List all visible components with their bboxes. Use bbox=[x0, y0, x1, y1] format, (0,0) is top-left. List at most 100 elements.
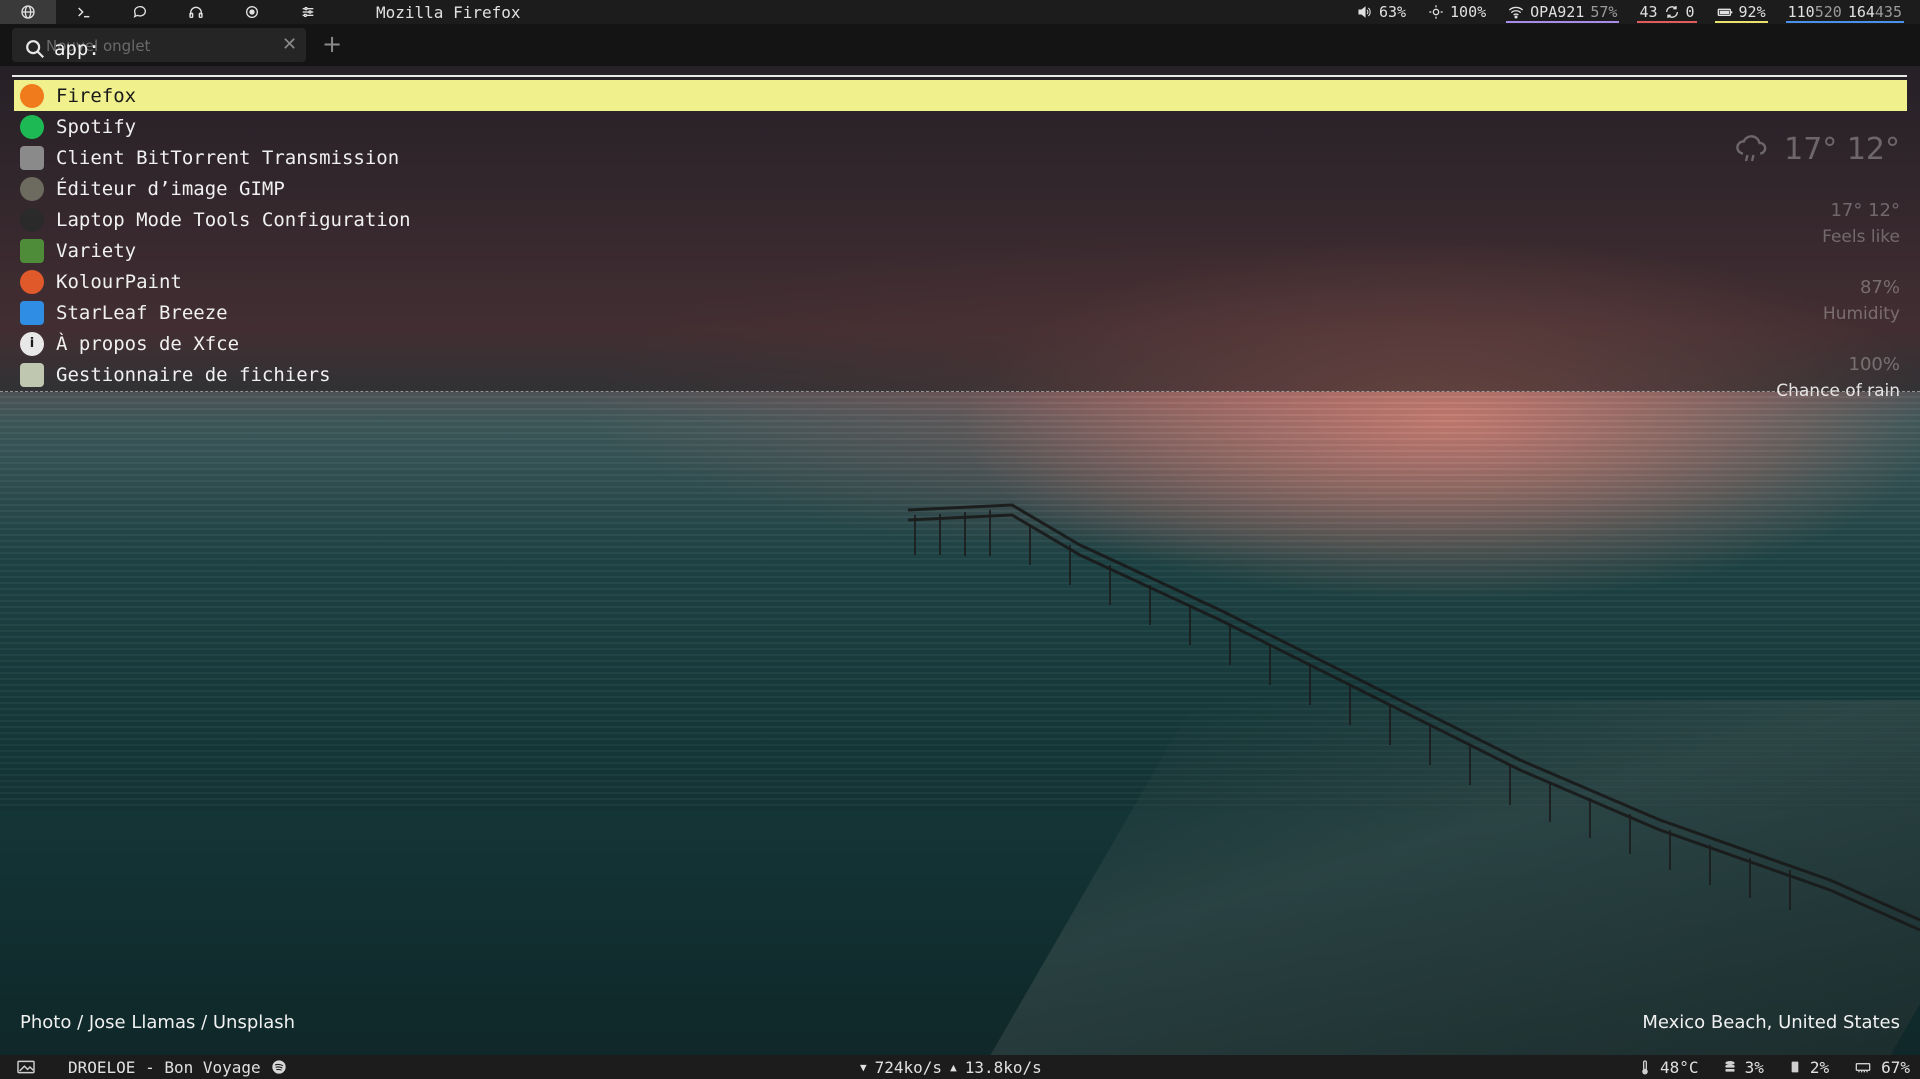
updates-underline bbox=[1637, 21, 1697, 23]
battery-value: 92% bbox=[1738, 3, 1766, 21]
rain-cloud-icon bbox=[1736, 135, 1767, 162]
bottom-panel: DROELOE - Bon Voyage ▼ 724ko/s ▲ 13.8ko/… bbox=[0, 1055, 1920, 1079]
launcher-item-label: Gestionnaire de fichiers bbox=[56, 363, 331, 386]
wifi-icon bbox=[1509, 6, 1524, 19]
search-icon bbox=[26, 40, 45, 59]
image-icon[interactable] bbox=[16, 1059, 36, 1075]
launcher-results-list: Firefox Spotify Client BitTorrent Transm… bbox=[14, 80, 1907, 390]
wifi-indicator[interactable]: OPA921 57% bbox=[1506, 0, 1620, 24]
workspace-settings[interactable] bbox=[280, 0, 336, 24]
traffic-a: 110520 bbox=[1788, 3, 1842, 21]
workspace-music[interactable] bbox=[168, 0, 224, 24]
launcher-item-label: Éditeur d’image GIMP bbox=[56, 177, 285, 200]
terminal-icon bbox=[78, 7, 90, 18]
memory-value: 67% bbox=[1881, 1057, 1910, 1077]
launcher-item-firefox[interactable]: Firefox bbox=[14, 80, 1907, 111]
feels-like-value: 17° 12° bbox=[1830, 200, 1900, 221]
rain-chance-value: 100% bbox=[1848, 354, 1900, 375]
top-panel: Mozilla Firefox 63% 100% OPA921 57% 43 0… bbox=[0, 0, 1920, 24]
launcher-search bbox=[24, 36, 354, 62]
workspace-terminal[interactable] bbox=[56, 0, 112, 24]
download-arrow-icon: ▼ bbox=[860, 1060, 867, 1074]
globe-icon bbox=[21, 5, 35, 19]
database-icon bbox=[1724, 1061, 1735, 1072]
wifi-underline bbox=[1506, 21, 1620, 23]
now-playing-title: DROELOE - Bon Voyage bbox=[68, 1057, 261, 1077]
info-icon: i bbox=[20, 331, 44, 356]
launcher-item-label: Spotify bbox=[56, 115, 137, 138]
traffic-a-dim: 520 bbox=[1814, 3, 1842, 21]
kolourpaint-icon bbox=[20, 269, 44, 294]
launcher-item-starleaf[interactable]: StarLeaf Breeze bbox=[14, 297, 1907, 328]
humidity-value: 87% bbox=[1859, 277, 1900, 298]
launcher-item-spotify[interactable]: Spotify bbox=[14, 111, 1907, 142]
traffic-b-main: 164 bbox=[1847, 3, 1875, 21]
spotify-icon bbox=[271, 1060, 286, 1074]
battery-icon bbox=[1717, 8, 1732, 16]
launcher-item-label: À propos de Xfce bbox=[56, 332, 240, 355]
traffic-b-dim: 435 bbox=[1874, 3, 1902, 21]
wifi-signal: 57% bbox=[1590, 3, 1618, 21]
humidity-label: Humidity bbox=[1822, 304, 1900, 324]
cpu-value: 2% bbox=[1809, 1057, 1830, 1077]
disk-value: 3% bbox=[1744, 1057, 1764, 1077]
disk-indicator[interactable]: 3% bbox=[1723, 1058, 1764, 1077]
launcher-bottom-border bbox=[0, 391, 1920, 392]
launcher-item-label: Firefox bbox=[56, 84, 137, 107]
weather-widget: 17° 12° 17° 12° Feels like 87% Humidity … bbox=[1734, 128, 1900, 401]
launcher-item-label: Variety bbox=[56, 239, 137, 262]
launcher-item-variety[interactable]: Variety bbox=[14, 235, 1907, 266]
starleaf-icon bbox=[20, 300, 44, 325]
launcher-item-file-manager[interactable]: Gestionnaire de fichiers bbox=[14, 359, 1907, 390]
sliders-icon bbox=[302, 6, 314, 18]
chat-icon bbox=[133, 6, 146, 18]
target-icon bbox=[246, 6, 258, 18]
battery-underline bbox=[1714, 21, 1768, 23]
upload-arrow-icon: ▲ bbox=[950, 1060, 957, 1074]
now-playing[interactable]: DROELOE - Bon Voyage bbox=[68, 1058, 287, 1077]
battery-indicator[interactable]: 92% bbox=[1714, 0, 1768, 24]
sync-count: 0 bbox=[1685, 3, 1695, 21]
launcher-item-about-xfce[interactable]: i À propos de Xfce bbox=[14, 328, 1907, 359]
wifi-ssid: OPA921 bbox=[1530, 3, 1585, 21]
workspace-web[interactable] bbox=[0, 0, 56, 24]
memory-icon bbox=[1855, 1063, 1871, 1073]
photo-credit: Photo / Jose Llamas / Unsplash bbox=[20, 1012, 296, 1033]
rain-chance-label: Chance of rain bbox=[1776, 381, 1900, 401]
launcher-item-transmission[interactable]: Client BitTorrent Transmission bbox=[14, 142, 1907, 173]
volume-icon bbox=[1358, 6, 1371, 18]
headphones-icon bbox=[189, 6, 203, 18]
thermometer-icon bbox=[1642, 1060, 1648, 1075]
updates-indicator[interactable]: 43 0 bbox=[1637, 0, 1697, 24]
launcher-item-kolourpaint[interactable]: KolourPaint bbox=[14, 266, 1907, 297]
traffic-underline bbox=[1785, 21, 1904, 23]
volume-indicator[interactable]: 63% bbox=[1357, 0, 1406, 24]
launcher-separator bbox=[12, 75, 1907, 77]
launcher-search-input[interactable] bbox=[54, 38, 354, 60]
workspace-chat[interactable] bbox=[112, 0, 168, 24]
launcher-item-laptop-mode[interactable]: Laptop Mode Tools Configuration bbox=[14, 204, 1907, 235]
traffic-indicator[interactable]: 110520 164435 bbox=[1785, 0, 1904, 24]
updates-count: 43 bbox=[1639, 3, 1658, 21]
volume-value: 63% bbox=[1378, 3, 1407, 21]
memory-indicator[interactable]: 67% bbox=[1853, 1058, 1910, 1077]
sync-icon bbox=[1665, 6, 1678, 18]
upload-speed: 13.8ko/s bbox=[964, 1057, 1042, 1077]
feels-like-label: Feels like bbox=[1822, 227, 1900, 247]
brightness-icon bbox=[1429, 5, 1443, 19]
launcher-item-label: Laptop Mode Tools Configuration bbox=[56, 208, 411, 231]
brightness-indicator[interactable]: 100% bbox=[1428, 0, 1486, 24]
traffic-b: 164435 bbox=[1848, 3, 1902, 21]
variety-icon bbox=[20, 238, 44, 263]
spotify-icon bbox=[20, 114, 44, 139]
download-speed: 724ko/s bbox=[874, 1057, 943, 1077]
launcher-item-gimp[interactable]: Éditeur d’image GIMP bbox=[14, 173, 1907, 204]
brightness-value: 100% bbox=[1450, 3, 1487, 21]
network-speed: ▼ 724ko/s ▲ 13.8ko/s bbox=[860, 1058, 1042, 1077]
gimp-icon bbox=[20, 176, 44, 201]
workspace-media[interactable] bbox=[224, 0, 280, 24]
temperature-indicator[interactable]: 48°C bbox=[1638, 1058, 1699, 1077]
weather-temps: 17° 12° bbox=[1784, 131, 1900, 167]
file-manager-icon bbox=[20, 362, 44, 387]
cpu-indicator[interactable]: 2% bbox=[1788, 1058, 1829, 1077]
